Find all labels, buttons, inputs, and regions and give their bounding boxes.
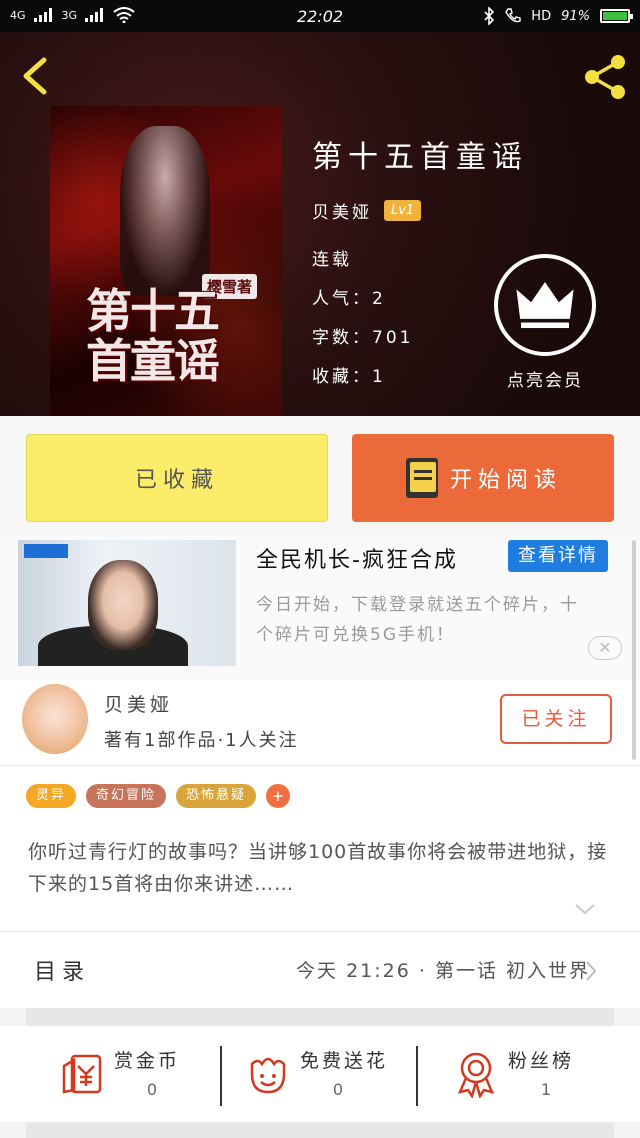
cover-illustration — [120, 126, 210, 296]
book-author-row: 贝美娅 Lv1 — [312, 198, 528, 223]
ad-description: 今日开始，下载登录就送五个碎片，十个碎片可兑换5G手机！ — [256, 595, 579, 645]
crown-icon[interactable] — [494, 254, 596, 356]
chevron-down-icon[interactable] — [574, 902, 596, 916]
action-bar: 已收藏 开始阅读 — [0, 416, 640, 536]
reward-count: 0 — [332, 1080, 344, 1099]
book-status: 连载 — [312, 250, 352, 270]
start-reading-button[interactable]: 开始阅读 — [352, 434, 614, 522]
catalog-label: 目录 — [34, 960, 91, 985]
author-stats: 著有1部作品·1人关注 — [104, 730, 299, 751]
status-bar: 4G 3G 22:02 HD 91% — [0, 0, 640, 32]
reward-count: 1 — [540, 1080, 552, 1099]
section-divider — [26, 1008, 614, 1026]
share-icon[interactable] — [580, 52, 630, 102]
red-envelope-icon — [62, 1054, 102, 1094]
level-badge: Lv1 — [384, 200, 422, 221]
author-avatar[interactable] — [22, 684, 88, 754]
hd-label: HD — [531, 8, 552, 24]
follow-button[interactable]: 已关注 — [500, 694, 612, 744]
add-tag-button[interactable]: + — [266, 784, 291, 808]
ad-detail-button[interactable]: 查看详情 — [508, 540, 608, 572]
rewards-bar: 赏金币 0 免费送花 0 粉丝榜 1 — [0, 1026, 640, 1122]
collect-button-label: 已收藏 — [134, 468, 219, 493]
medal-icon — [457, 1052, 495, 1098]
author-section: 贝美娅 著有1部作品·1人关注 已关注 — [0, 680, 640, 766]
ad-title[interactable]: 全民机长-疯狂合成 — [256, 542, 458, 574]
cover-title: 第十五首童谣 — [86, 284, 220, 388]
tag-chip[interactable]: 灵异 — [26, 784, 77, 808]
tag-list: 灵异 奇幻冒险 恐怖悬疑 + — [26, 784, 291, 808]
bluetooth-icon — [484, 7, 495, 25]
vip-label[interactable]: 点亮会员 — [480, 366, 610, 391]
send-flower-button[interactable]: 免费送花 0 — [244, 1040, 414, 1110]
tag-chip[interactable]: 奇幻冒险 — [86, 784, 167, 808]
ad-image[interactable] — [18, 540, 236, 666]
book-header: 樱雪著 第十五首童谣 第十五首童谣 贝美娅 Lv1 连载 人气：2 字数：701… — [0, 32, 640, 416]
phone-hd-icon — [505, 8, 521, 23]
battery-fill — [603, 12, 627, 20]
book-description: 你听过青行灯的故事吗？当讲够100首故事你将会被带进地狱，接下来的15首将由你来… — [28, 841, 608, 895]
fans-ranking-button[interactable]: 粉丝榜 1 — [452, 1040, 602, 1110]
reward-label: 免费送花 — [300, 1050, 389, 1072]
scrollbar[interactable] — [632, 540, 636, 760]
ad-person-face — [88, 560, 158, 650]
ad-logo — [24, 544, 68, 558]
reward-label: 粉丝榜 — [508, 1050, 575, 1072]
reward-count: 0 — [146, 1080, 158, 1099]
catalog-row[interactable]: 目录 今天 21:26 · 第一话 初入世界 — [0, 932, 640, 1008]
ad-banner[interactable]: 全民机长-疯狂合成 查看详情 今日开始，下载登录就送五个碎片，十个碎片可兑换5G… — [0, 536, 640, 680]
book-info: 第十五首童谣 贝美娅 Lv1 连载 人气：2 字数：701 收藏：1 — [312, 132, 528, 401]
chevron-right-icon — [586, 961, 597, 981]
collect-button[interactable]: 已收藏 — [26, 434, 328, 522]
description-section: 灵异 奇幻冒险 恐怖悬疑 + 你听过青行灯的故事吗？当讲够100首故事你将会被带… — [0, 766, 640, 932]
reward-coins-button[interactable]: 赏金币 0 — [58, 1040, 208, 1110]
latest-chapter: 今天 21:26 · 第一话 初入世界 — [296, 960, 590, 982]
battery-icon — [600, 9, 633, 23]
author-name[interactable]: 贝美娅 — [104, 690, 173, 717]
battery-percent: 91% — [561, 8, 590, 24]
book-author[interactable]: 贝美娅 — [312, 198, 372, 223]
ad-close-button[interactable]: ✕ — [588, 636, 622, 660]
book-word-count: 字数：701 — [312, 328, 414, 348]
back-arrow-icon[interactable] — [14, 54, 58, 98]
start-reading-label: 开始阅读 — [449, 468, 562, 493]
reward-divider — [220, 1046, 222, 1106]
flower-icon — [250, 1057, 286, 1094]
tag-chip[interactable]: 恐怖悬疑 — [176, 784, 257, 808]
reward-divider — [416, 1046, 418, 1106]
book-cover[interactable]: 樱雪著 第十五首童谣 — [50, 106, 282, 416]
book-icon — [405, 458, 438, 498]
status-icons: HD 91% — [483, 7, 633, 25]
bottom-divider — [26, 1122, 614, 1138]
reward-label: 赏金币 — [114, 1050, 181, 1072]
book-title: 第十五首童谣 — [312, 140, 528, 175]
